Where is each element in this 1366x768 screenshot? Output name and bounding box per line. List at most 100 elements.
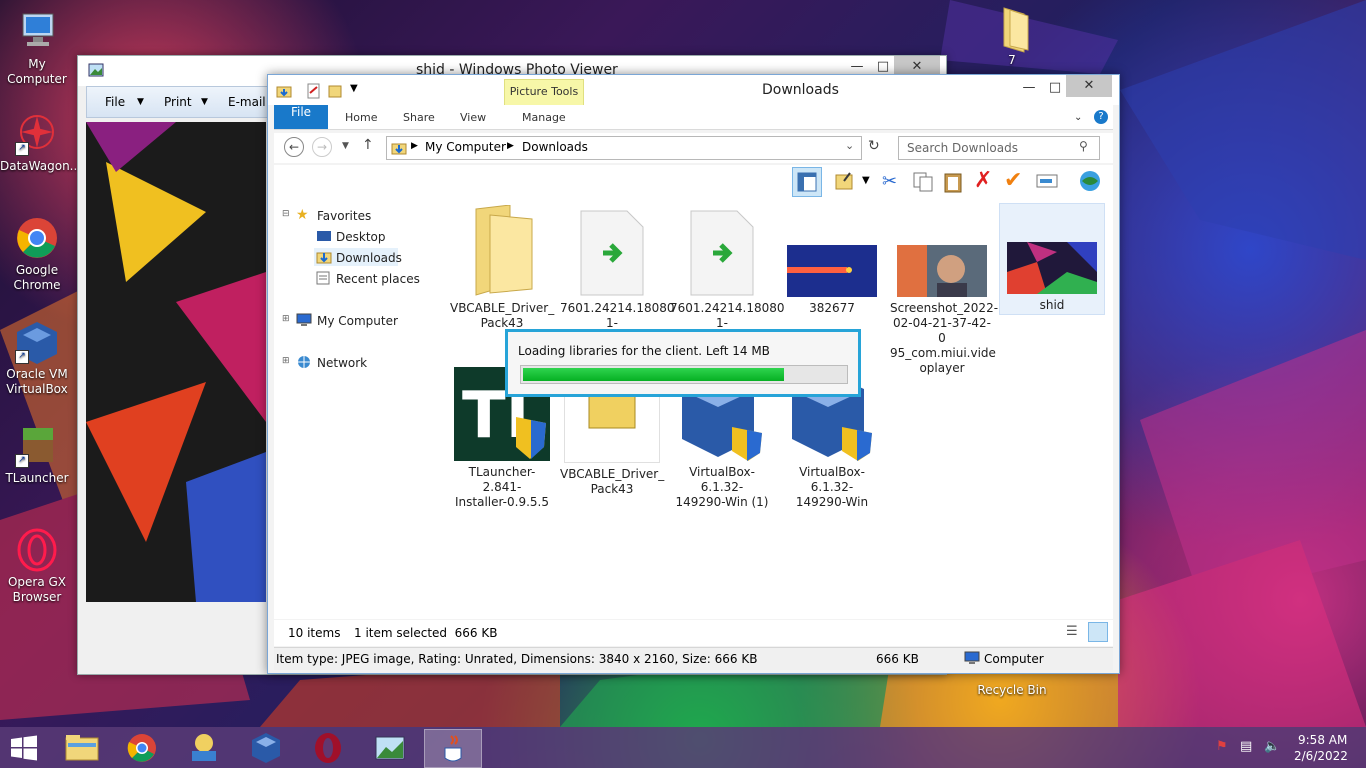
explorer-titlebar[interactable]: ▼ Picture Tools Downloads — □ ✕ xyxy=(268,75,1119,107)
address-dropdown-icon[interactable]: ⌄ xyxy=(845,139,854,152)
chevron-right-icon: ▶ xyxy=(411,141,418,151)
shortcut-arrow-icon: ↗ xyxy=(15,142,29,156)
collapse-icon[interactable]: ⊟ xyxy=(282,209,290,219)
file-name: VirtualBox-6.1.32- 149290-Win (1) xyxy=(675,465,769,509)
paste-icon[interactable] xyxy=(942,171,964,196)
taskbar-virtualbox[interactable] xyxy=(238,729,294,766)
volume-icon[interactable]: 🔈 xyxy=(1264,739,1280,754)
tab-share[interactable]: Share xyxy=(403,105,435,129)
print-menu[interactable]: Print xyxy=(164,95,192,109)
file-name: VBCABLE_Driver_ Pack43 xyxy=(560,467,665,496)
computer-icon xyxy=(964,651,980,668)
network-icon xyxy=(296,355,312,372)
tab-view[interactable]: View xyxy=(460,105,486,129)
nav-network[interactable]: Network xyxy=(317,356,367,370)
loading-dialog: Loading libraries for the client. Left 1… xyxy=(505,329,861,397)
details-view-icon[interactable]: ☰ xyxy=(1066,624,1078,639)
file-item[interactable]: 7601.24214.18080 1-1700.win7sp1_l xyxy=(670,209,785,346)
taskbar-photo-viewer[interactable] xyxy=(362,729,418,766)
taskbar-opera-gx[interactable] xyxy=(300,729,356,766)
address-bar[interactable]: ▶ My Computer ▶ Downloads ⌄ xyxy=(386,136,862,160)
flag-icon[interactable]: ⚑ xyxy=(1216,739,1228,754)
file-item[interactable]: 7601.24214.18080 1-1700.win7sp1_l xyxy=(560,209,675,346)
file-shortcut-icon xyxy=(577,209,647,297)
breadcrumb-current[interactable]: Downloads xyxy=(522,140,588,154)
network-icon[interactable]: ▤ xyxy=(1240,739,1252,754)
close-button[interactable]: ✕ xyxy=(1066,75,1112,97)
up-arrow-icon[interactable]: ↑ xyxy=(362,137,374,153)
taskbar-explorer[interactable] xyxy=(54,729,110,766)
file-menu[interactable]: File xyxy=(105,95,125,109)
chevron-right-icon: ▶ xyxy=(507,141,514,151)
tab-file[interactable]: File xyxy=(274,105,328,129)
recent-locations-icon[interactable]: ▼ xyxy=(342,141,349,151)
globe-icon[interactable] xyxy=(1078,169,1102,196)
chevron-down-icon[interactable]: ⌄ xyxy=(1074,105,1082,129)
nav-desktop[interactable]: Desktop xyxy=(336,230,386,244)
nav-downloads[interactable]: Downloads xyxy=(336,251,402,265)
desktop-icon-tlauncher[interactable]: ↗ TLauncher xyxy=(0,424,74,486)
virtualbox-icon: ↗ xyxy=(15,320,59,364)
desktop-icon-datawagon[interactable]: ↗ DataWagon... xyxy=(0,112,81,174)
folder-icon xyxy=(990,6,1034,53)
large-icons-view-icon[interactable] xyxy=(1088,622,1108,642)
start-button[interactable] xyxy=(10,735,38,764)
desktop-icon-label: Oracle VM VirtualBox xyxy=(6,367,68,396)
desktop-icon-virtualbox[interactable]: ↗ Oracle VM VirtualBox xyxy=(0,320,74,397)
rename-icon[interactable] xyxy=(1036,173,1058,192)
clock-time[interactable]: 9:58 AM xyxy=(1298,733,1347,747)
desktop-icon-my-computer[interactable]: My Computer xyxy=(0,10,74,87)
details-text: Item type: JPEG image, Rating: Unrated, … xyxy=(276,652,758,666)
file-name: VirtualBox-6.1.32- 149290-Win xyxy=(795,465,869,509)
expand-icon[interactable]: ⊞ xyxy=(282,314,290,324)
progress-bar xyxy=(520,365,848,384)
new-folder-icon[interactable] xyxy=(328,83,344,102)
breadcrumb-root[interactable]: My Computer xyxy=(425,140,506,154)
copy-icon[interactable] xyxy=(912,171,934,196)
selection-info: 1 item selected 666 KB xyxy=(354,626,498,640)
taskbar: ⚑ ▤ 🔈 9:58 AM 2/6/2022 xyxy=(0,727,1366,768)
desktop-icon-label: My Computer xyxy=(7,57,67,86)
properties-icon[interactable] xyxy=(834,171,856,196)
chevron-down-icon[interactable]: ▼ xyxy=(137,97,144,107)
navigation-pane: ⊟ ★ Favorites Desktop Downloads Recent p… xyxy=(274,199,434,619)
quick-access-dropdown-icon[interactable]: ▼ xyxy=(350,83,358,94)
tab-manage[interactable]: Manage xyxy=(522,105,566,129)
nav-favorites[interactable]: Favorites xyxy=(317,209,371,223)
desktop-folder-7[interactable]: 7 xyxy=(975,6,1049,68)
checkmark-icon[interactable]: ✔ xyxy=(1004,168,1022,193)
properties-icon[interactable] xyxy=(306,83,322,102)
desktop-icon-chrome[interactable]: Google Chrome xyxy=(0,216,74,293)
desktop-recycle-bin[interactable]: Recycle Bin xyxy=(975,683,1049,698)
taskbar-messenger[interactable] xyxy=(176,729,232,766)
file-item-selected[interactable]: shid xyxy=(999,203,1105,315)
grass-block-icon: ↗ xyxy=(15,424,59,468)
preview-pane-button[interactable] xyxy=(792,167,822,197)
tab-home[interactable]: Home xyxy=(345,105,377,129)
file-item[interactable]: VBCABLE_Driver_ Pack43 xyxy=(450,204,554,331)
forward-arrow-icon[interactable]: → xyxy=(312,137,332,157)
refresh-icon[interactable]: ↻ xyxy=(868,138,880,154)
desktop-icon-opera-gx[interactable]: Opera GX Browser xyxy=(0,528,74,605)
desktop-icon xyxy=(316,229,332,246)
file-item[interactable]: 382677 xyxy=(780,245,884,316)
back-arrow-icon[interactable]: ← xyxy=(284,137,304,157)
delete-icon[interactable]: ✗ xyxy=(974,168,992,193)
nav-my-computer[interactable]: My Computer xyxy=(317,314,398,328)
taskbar-java[interactable] xyxy=(424,729,482,768)
chevron-down-icon[interactable]: ▼ xyxy=(201,97,208,107)
details-location: Computer xyxy=(984,652,1044,666)
clock-date[interactable]: 2/6/2022 xyxy=(1294,749,1348,763)
chevron-down-icon[interactable]: ▼ xyxy=(862,175,870,186)
recent-places-icon xyxy=(316,271,332,288)
folder-icon xyxy=(462,204,542,297)
expand-icon[interactable]: ⊞ xyxy=(282,356,290,366)
taskbar-chrome[interactable] xyxy=(114,729,170,766)
search-input[interactable]: Search Downloads ⚲ xyxy=(898,136,1100,160)
nav-recent-places[interactable]: Recent places xyxy=(336,272,420,286)
help-icon[interactable]: ? xyxy=(1094,110,1108,124)
file-item[interactable]: Screenshot_2022- 02-04-21-37-42-0 95_com… xyxy=(890,245,998,376)
cut-icon[interactable]: ✂ xyxy=(882,171,897,192)
computer-icon xyxy=(15,10,59,54)
email-menu[interactable]: E-mail xyxy=(228,95,266,109)
